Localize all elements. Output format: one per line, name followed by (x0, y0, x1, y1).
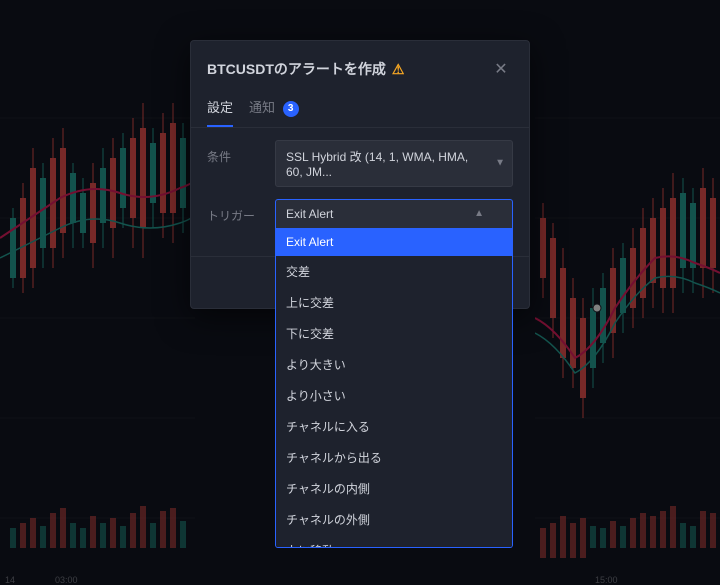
trigger-label: トリガー (207, 199, 267, 224)
condition-label: 条件 (207, 140, 267, 165)
tab-settings[interactable]: 設定 (207, 89, 233, 127)
dropdown-item[interactable]: 上に交差 (276, 287, 512, 318)
dropdown-item[interactable]: より大きい (276, 349, 512, 380)
modal-title: BTCUSDTのアラートを作成 ⚠ (207, 59, 404, 79)
dropdown-item[interactable]: チャネルに入る (276, 411, 512, 442)
trigger-dropdown-trigger[interactable]: Exit Alert ▲ (275, 199, 513, 228)
dropdown-item[interactable]: Exit Alert (276, 228, 512, 256)
alert-create-modal: BTCUSDTのアラートを作成 ⚠ ✕ 設定 通知 3 条件 SSL (190, 40, 530, 309)
trigger-current-value: Exit Alert (286, 207, 333, 221)
condition-control: SSL Hybrid 改 (14, 1, WMA, HMA, 60, JM...… (275, 140, 513, 187)
condition-select-wrapper: SSL Hybrid 改 (14, 1, WMA, HMA, 60, JM...… (275, 140, 513, 187)
warning-icon: ⚠ (392, 61, 405, 78)
tab-badge: 3 (283, 101, 299, 117)
trigger-row: トリガー Exit Alert ▲ Exit Alert交差上に交差下に交差より… (207, 199, 513, 228)
trigger-control: Exit Alert ▲ Exit Alert交差上に交差下に交差より大きいより… (275, 199, 513, 228)
modal-body: 条件 SSL Hybrid 改 (14, 1, WMA, HMA, 60, JM… (191, 128, 529, 252)
dropdown-item[interactable]: チャネルの内側 (276, 473, 512, 504)
dropdown-item[interactable]: 上に移動 (276, 535, 512, 548)
dropdown-item[interactable]: 下に交差 (276, 318, 512, 349)
dropdown-item[interactable]: 交差 (276, 256, 512, 287)
trigger-dropdown-wrapper: Exit Alert ▲ Exit Alert交差上に交差下に交差より大きいより… (275, 199, 513, 228)
title-text: BTCUSDTのアラートを作成 (207, 59, 386, 79)
condition-row: 条件 SSL Hybrid 改 (14, 1, WMA, HMA, 60, JM… (207, 140, 513, 187)
modal-header: BTCUSDTのアラートを作成 ⚠ ✕ (191, 41, 529, 81)
dropdown-item[interactable]: チャネルから出る (276, 442, 512, 473)
condition-select[interactable]: SSL Hybrid 改 (14, 1, WMA, HMA, 60, JM... (275, 140, 513, 187)
trigger-chevron-up-icon: ▲ (474, 208, 484, 219)
close-button[interactable]: ✕ (489, 57, 513, 81)
modal-overlay: BTCUSDTのアラートを作成 ⚠ ✕ 設定 通知 3 条件 SSL (0, 0, 720, 585)
dropdown-item[interactable]: より小さい (276, 380, 512, 411)
trigger-dropdown-list: Exit Alert交差上に交差下に交差より大きいより小さいチャネルに入るチャネ… (275, 228, 513, 548)
modal-tabs: 設定 通知 3 (191, 89, 529, 128)
tab-notifications[interactable]: 通知 3 (249, 89, 299, 127)
dropdown-item[interactable]: チャネルの外側 (276, 504, 512, 535)
